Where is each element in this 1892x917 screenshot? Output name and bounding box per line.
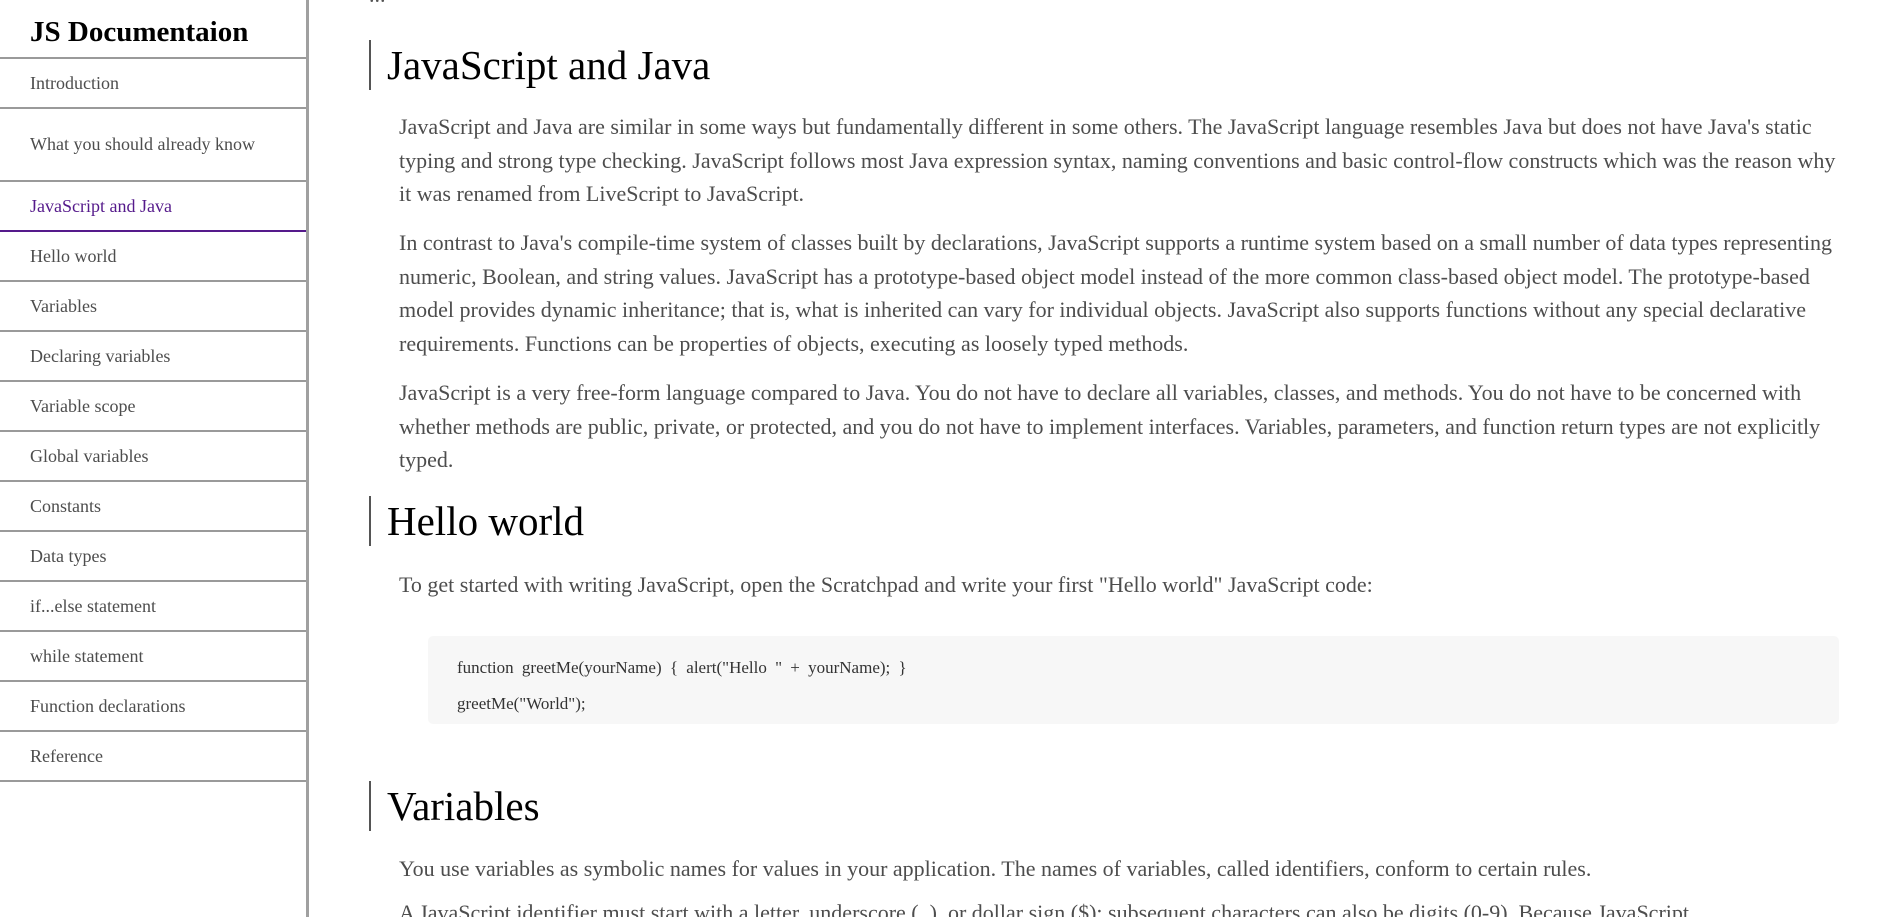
nav-link-javascript-and-java[interactable]: JavaScript and Java — [0, 182, 306, 232]
nav-link-global-variables[interactable]: Global variables — [0, 432, 306, 482]
code-block: function greetMe(yourName) { alert("Hell… — [428, 636, 1839, 724]
paragraph: In contrast to Java's compile-time syste… — [399, 230, 1833, 356]
nav-link-function-declarations[interactable]: Function declarations — [0, 682, 306, 732]
nav-link-what-you-should-already-know[interactable]: What you should already know — [0, 109, 306, 182]
sidebar-title: JS Documentaion — [0, 0, 306, 59]
paragraph: JavaScript and Java are similar in some … — [399, 114, 1836, 206]
paragraph: To get started with writing JavaScript, … — [399, 572, 1373, 597]
nav-link-data-types[interactable]: Data types — [0, 532, 306, 582]
nav-link-constants[interactable]: Constants — [0, 482, 306, 532]
code-line: greetMe("World"); — [457, 694, 586, 713]
nav-link-declaring-variables[interactable]: Declaring variables — [0, 332, 306, 382]
nav-link-introduction[interactable]: Introduction — [0, 59, 306, 109]
main-content: ... JavaScript and Java JavaScript and J… — [309, 0, 1892, 917]
paragraph: You use variables as symbolic names for … — [399, 856, 1592, 881]
nav-link-if-else-statement[interactable]: if...else statement — [0, 582, 306, 632]
sidebar-nav: JS Documentaion Introduction What you sh… — [0, 0, 309, 917]
paragraph: A JavaScript identifier must start with … — [399, 900, 1689, 917]
nav-link-hello-world[interactable]: Hello world — [0, 232, 306, 282]
section-title-variables: Variables — [369, 781, 540, 831]
nav-link-variables[interactable]: Variables — [0, 282, 306, 332]
nav-link-variable-scope[interactable]: Variable scope — [0, 382, 306, 432]
code-line: function greetMe(yourName) { alert("Hell… — [457, 658, 907, 677]
paragraph: JavaScript is a very free-form language … — [399, 380, 1821, 472]
cut-off-text: ... — [369, 0, 386, 8]
section-title-javascript-and-java: JavaScript and Java — [369, 40, 710, 90]
nav-link-while-statement[interactable]: while statement — [0, 632, 306, 682]
nav-link-reference[interactable]: Reference — [0, 732, 306, 782]
section-title-hello-world: Hello world — [369, 496, 584, 546]
